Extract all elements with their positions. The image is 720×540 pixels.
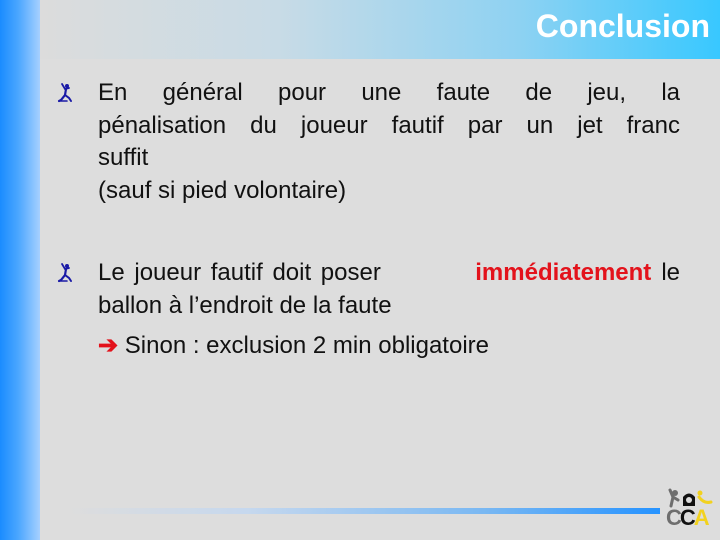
handball-player-icon — [57, 263, 72, 283]
bullet-2-text: Le joueur fautif doit poser immédiatemen… — [98, 257, 680, 363]
handball-player-icon — [57, 83, 72, 103]
title-band: Conclusion — [40, 0, 720, 59]
slide-title: Conclusion — [535, 8, 710, 44]
bullet-1-line-3: suffit — [98, 144, 149, 171]
bullet-1-line-2: pénalisation du joueur fautif par un jet… — [98, 111, 680, 139]
arrow-right-icon: ➔ — [98, 332, 119, 359]
bullet-2-line-1: Le joueur fautif doit poser immédiatemen… — [98, 257, 680, 290]
highlight-word: immédiatement — [475, 259, 652, 286]
bullet-1-text: En général pour une faute de jeu, la pén… — [98, 77, 680, 207]
logo-letter-2: C — [679, 505, 696, 530]
bullet-2-line-2: ballon à l’endroit de la faute — [98, 291, 392, 319]
logo-letter-3: A — [693, 505, 710, 530]
bullet-1-line-1: En général pour une faute de jeu, la — [98, 79, 680, 106]
left-accent-stripe — [0, 0, 40, 540]
footer-divider — [70, 508, 660, 514]
bullet-2-line-1-start: Le joueur fautif doit poser — [98, 259, 391, 286]
bullet-2-sub-text: Sinon : exclusion 2 min obligatoire — [118, 332, 489, 359]
bullet-1-line-4: (sauf si pied volontaire) — [98, 176, 347, 204]
logo-letter-1: C — [666, 505, 682, 530]
logo-letters: CCA — [666, 506, 714, 530]
club-logo: CCA — [666, 488, 714, 534]
bullet-2-line-1-end: le — [661, 259, 680, 286]
bullet-2-sub-line: ➔ Sinon : exclusion 2 min obligatoire — [98, 330, 680, 363]
